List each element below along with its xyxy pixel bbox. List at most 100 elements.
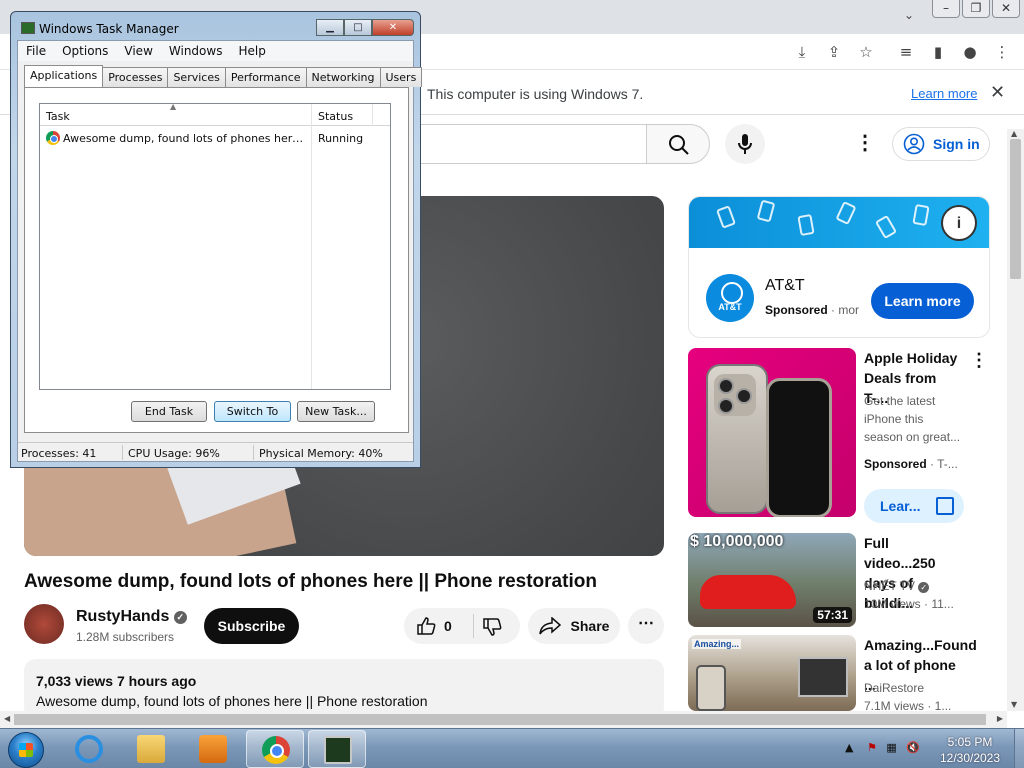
tm-tab-services[interactable]: Services <box>167 67 226 87</box>
rec-desc-1: Get the latest iPhone this season on gre… <box>864 394 961 444</box>
tm-tab-processes[interactable]: Processes <box>102 67 169 87</box>
dislike-icon[interactable] <box>482 617 502 637</box>
infobar-close-icon[interactable]: ✕ <box>990 82 1005 103</box>
tm-menu-file[interactable]: File <box>18 41 54 61</box>
att-ad-card[interactable]: i AT&T AT&T Sponsored · mor Learn more <box>688 196 990 338</box>
browser-restore-button[interactable]: ❐ <box>962 0 990 18</box>
taskbar-clock[interactable]: 5:05 PM 12/30/2023 <box>930 734 1010 766</box>
tm-maximize-button[interactable]: □ <box>344 19 372 36</box>
tm-menu-windows[interactable]: Windows <box>161 41 231 61</box>
column-header-task[interactable]: Task <box>46 110 70 123</box>
tray-expand-icon[interactable]: ▲ <box>845 741 853 754</box>
rec-channel-name-2: NHẾT TV <box>864 579 915 593</box>
rec-channel-2[interactable]: NHẾT TV ✓ <box>864 577 964 595</box>
profile-avatar-icon[interactable]: ● <box>960 42 980 62</box>
att-ad-banner: i <box>689 197 989 248</box>
rec-thumbnail-3[interactable]: Amazing... <box>688 635 856 711</box>
table-row[interactable]: Awesome dump, found lots of phones here … <box>40 129 390 147</box>
channel-avatar[interactable] <box>24 604 64 644</box>
infobar-learn-more-link[interactable]: Learn more <box>911 86 977 101</box>
install-app-icon[interactable]: ⤓ <box>792 42 812 62</box>
rec-thumbnail-1[interactable] <box>688 348 856 517</box>
scroll-down-arrow-icon[interactable]: ▼ <box>1011 700 1017 709</box>
video-title: Awesome dump, found lots of phones here … <box>24 571 597 592</box>
more-actions-icon[interactable]: ⋯ <box>628 608 664 644</box>
media-controls-icon[interactable]: ≡ <box>896 42 916 62</box>
rec-thumbnail-2[interactable]: $ 10,000,000 57:31 <box>688 533 856 627</box>
taskbar-file-explorer[interactable] <box>122 730 180 768</box>
search-input[interactable] <box>400 124 647 164</box>
show-desktop-button[interactable] <box>1014 729 1024 768</box>
tm-close-button[interactable]: ✕ <box>372 19 414 36</box>
action-center-flag-icon[interactable]: ⚑ <box>867 741 877 754</box>
taskbar-internet-explorer[interactable] <box>60 730 118 768</box>
description-text: Awesome dump, found lots of phones here … <box>36 693 428 709</box>
scroll-right-arrow-icon[interactable]: ▶ <box>997 714 1003 723</box>
page-horizontal-scrollbar[interactable]: ◀ ▶ <box>0 711 1007 728</box>
ad-learn-more-button[interactable]: Learn more <box>871 283 974 319</box>
iphone-front-image <box>766 378 832 517</box>
search-icon <box>669 135 689 155</box>
rec-sponsored-1: Sponsored <box>864 457 927 471</box>
vertical-scroll-thumb[interactable] <box>1010 139 1021 279</box>
like-divider <box>473 614 474 638</box>
att-logo: AT&T <box>706 274 754 322</box>
taskbar-media-player[interactable] <box>184 730 242 768</box>
share-page-icon[interactable]: ⇪ <box>824 42 844 62</box>
scroll-up-arrow-icon[interactable]: ▲ <box>1011 129 1017 138</box>
rec-menu-icon[interactable]: ⋮ <box>970 350 988 371</box>
new-task-button[interactable]: New Task... <box>297 401 375 422</box>
taskbar-chrome[interactable] <box>246 730 304 768</box>
column-header-status[interactable]: Status <box>318 110 353 123</box>
subscribe-button[interactable]: Subscribe <box>204 608 299 644</box>
tm-minimize-button[interactable]: ▁ <box>316 19 344 36</box>
column-separator <box>372 104 373 126</box>
infobar-message: This computer is using Windows 7. <box>427 86 644 102</box>
sign-in-button[interactable]: Sign in <box>892 127 990 161</box>
tab-search-chevron-icon[interactable]: ⌄ <box>904 8 914 22</box>
share-label: Share <box>570 618 610 634</box>
bookmark-star-icon[interactable]: ☆ <box>856 42 876 62</box>
task-status: Running <box>318 132 364 145</box>
settings-kebab-icon[interactable]: ⋮ <box>855 130 875 155</box>
page-vertical-scrollbar[interactable]: ▲ ▼ <box>1007 129 1024 711</box>
network-icon[interactable]: ▦ <box>886 741 896 754</box>
sort-indicator-icon: ▲ <box>170 102 177 111</box>
tm-tab-applications[interactable]: Applications <box>24 65 104 87</box>
browser-minimize-button[interactable]: – <box>932 0 960 18</box>
tm-tab-users[interactable]: Users <box>379 67 423 87</box>
task-name: Awesome dump, found lots of phones here … <box>63 132 308 145</box>
channel-name[interactable]: RustyHands ✓ <box>76 608 187 626</box>
rec-channel-3[interactable]: DaiRestore <box>864 679 964 697</box>
switch-to-button[interactable]: Switch To <box>214 401 291 422</box>
browser-close-button[interactable]: ✕ <box>992 0 1020 18</box>
start-button[interactable] <box>8 732 44 768</box>
account-icon <box>903 133 925 155</box>
rec-duration-2: 57:31 <box>813 607 852 623</box>
search-button[interactable] <box>646 124 710 164</box>
volume-muted-icon[interactable]: 🔇 <box>906 741 920 754</box>
rec-learn-more-label: Lear... <box>880 498 921 514</box>
chrome-icon <box>46 131 60 145</box>
end-task-button[interactable]: End Task <box>131 401 207 422</box>
like-count: 0 <box>444 618 452 634</box>
rec-advertiser-1: · T-... <box>926 457 958 471</box>
voice-search-button[interactable] <box>725 124 765 164</box>
rec-learn-more-button[interactable]: Lear... <box>864 489 964 523</box>
task-list[interactable]: ▲ Task Status Awesome dump, found lots o… <box>39 102 391 390</box>
horizontal-scroll-thumb[interactable] <box>14 714 986 725</box>
ad-info-icon[interactable]: i <box>941 205 977 241</box>
share-button[interactable]: Share <box>528 608 620 644</box>
scroll-left-arrow-icon[interactable]: ◀ <box>4 714 10 723</box>
video-description-box[interactable]: 7,033 views 7 hours ago Awesome dump, fo… <box>24 659 664 719</box>
tm-menu-help[interactable]: Help <box>230 41 273 61</box>
tm-tab-networking[interactable]: Networking <box>305 67 381 87</box>
tm-menu-options[interactable]: Options <box>54 41 116 61</box>
tm-menu-view[interactable]: View <box>116 41 160 61</box>
taskbar-task-manager[interactable] <box>308 730 366 768</box>
task-manager-window[interactable]: Windows Task Manager ▁ □ ✕ File Options … <box>10 11 423 468</box>
like-icon[interactable] <box>416 616 436 636</box>
side-panel-icon[interactable]: ▮ <box>928 42 948 62</box>
tm-tab-performance[interactable]: Performance <box>224 67 307 87</box>
chrome-menu-icon[interactable]: ⋮ <box>992 42 1012 62</box>
